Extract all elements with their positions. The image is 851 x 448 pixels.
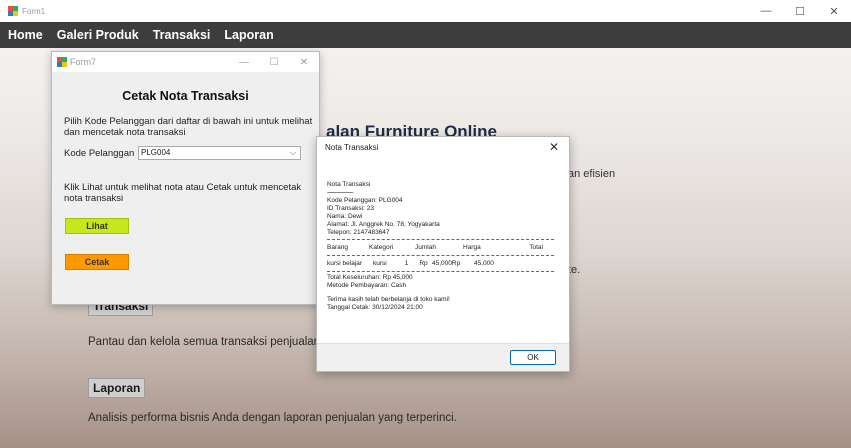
menu-home[interactable]: Home (8, 28, 43, 42)
nota-thanks: Terima kasih telah berbelanja di toko ka… (327, 296, 450, 303)
form7-dialog: Form7 — ☐ ✕ Cetak Nota Transaksi Pilih K… (51, 51, 320, 305)
item-total: 45,000 (474, 259, 494, 267)
section-text-laporan: Analisis performa bisnis Anda dengan lap… (88, 412, 457, 424)
nota-divider (327, 271, 554, 272)
app-icon (57, 57, 67, 67)
kode-pelanggan-label: Kode Pelanggan (64, 148, 135, 159)
menu-laporan[interactable]: Laporan (224, 28, 273, 42)
lihat-button[interactable]: Lihat (65, 218, 129, 234)
nota-nama: Nama: Dewi (327, 213, 363, 220)
text-fragment: an efisien (568, 168, 616, 180)
form7-close-button[interactable]: ✕ (289, 57, 319, 68)
form7-minimize-button[interactable]: — (229, 57, 259, 68)
col-barang: Barang (327, 243, 348, 251)
nota-divider (327, 255, 554, 256)
nota-telepon: Telepon: 2147483647 (327, 229, 390, 236)
form7-description: Pilih Kode Pelanggan dari daftar di bawa… (64, 116, 313, 138)
kode-pelanggan-select[interactable]: PLG004 ⌵ (138, 146, 301, 160)
nota-close-button[interactable]: ✕ (549, 140, 559, 154)
nota-dialog: Nota Transaksi ✕ Nota Transaksi --------… (316, 136, 570, 372)
cetak-button[interactable]: Cetak (65, 254, 129, 270)
menu-galeri-produk[interactable]: Galeri Produk (57, 28, 139, 42)
kode-pelanggan-value: PLG004 (141, 148, 171, 157)
chevron-down-icon: ⌵ (289, 148, 296, 157)
form7-title-bar: Form7 — ☐ ✕ (52, 52, 319, 72)
nota-item-row: kursi belajar kursi 1 Rp 45,000Rp 45,000 (327, 258, 559, 269)
form7-title: Form7 (70, 57, 97, 67)
nota-table-header: Barang Kategori Jumlah Harga Total (327, 242, 559, 253)
menu-transaksi[interactable]: Transaksi (153, 28, 211, 42)
section-title-laporan: Laporan (88, 378, 146, 398)
nota-footer: OK (317, 343, 569, 371)
nota-metode: Metode Pembayaran: Cash (327, 282, 407, 289)
main-title-bar: Form1 — ☐ ✕ (0, 0, 851, 22)
form7-heading: Cetak Nota Transaksi (122, 89, 249, 103)
nota-header: Nota Transaksi (327, 181, 371, 188)
item-barang: kursi belajar (327, 259, 363, 267)
nota-total: Total Keseluruhan: Rp 45,000 (327, 274, 413, 281)
nota-kode-pelanggan: Kode Pelanggan: PLG004 (327, 197, 403, 204)
ok-button[interactable]: OK (510, 350, 556, 365)
col-kategori: Kategori (369, 243, 394, 251)
col-harga: Harga (463, 243, 481, 251)
nota-divider (327, 239, 554, 240)
section-text-transaksi: Pantau dan kelola semua transaksi penjua… (88, 336, 336, 348)
item-currency: Rp (419, 259, 428, 267)
item-harga: 45,000Rp (432, 259, 461, 267)
col-jumlah: Jumlah (415, 243, 436, 251)
item-jumlah: 1 (404, 259, 409, 267)
nota-title: Nota Transaksi (325, 142, 379, 152)
maximize-button[interactable]: ☐ (783, 5, 817, 18)
menu-bar: Home Galeri Produk Transaksi Laporan (0, 22, 851, 48)
minimize-button[interactable]: — (749, 5, 783, 17)
form7-instruction: Klik Lihat untuk melihat nota atau Cetak… (64, 182, 302, 204)
item-kategori: kursi (373, 259, 387, 267)
nota-separator: ---------------------- (327, 189, 354, 196)
form7-maximize-button[interactable]: ☐ (259, 57, 289, 68)
app-icon (8, 6, 18, 16)
nota-title-bar: Nota Transaksi ✕ (317, 137, 569, 157)
col-total: Total (529, 243, 543, 251)
close-button[interactable]: ✕ (817, 5, 851, 18)
nota-alamat: Alamat: Jl. Anggrek No. 78, Yogyakarta (327, 221, 440, 228)
window-title: Form1 (22, 6, 46, 16)
nota-body: Nota Transaksi ---------------------- Ko… (327, 181, 559, 312)
nota-tanggal: Tanggal Cetak: 30/12/2024 21:00 (327, 304, 423, 311)
nota-id-transaksi: ID Transaksi: 23 (327, 205, 374, 212)
